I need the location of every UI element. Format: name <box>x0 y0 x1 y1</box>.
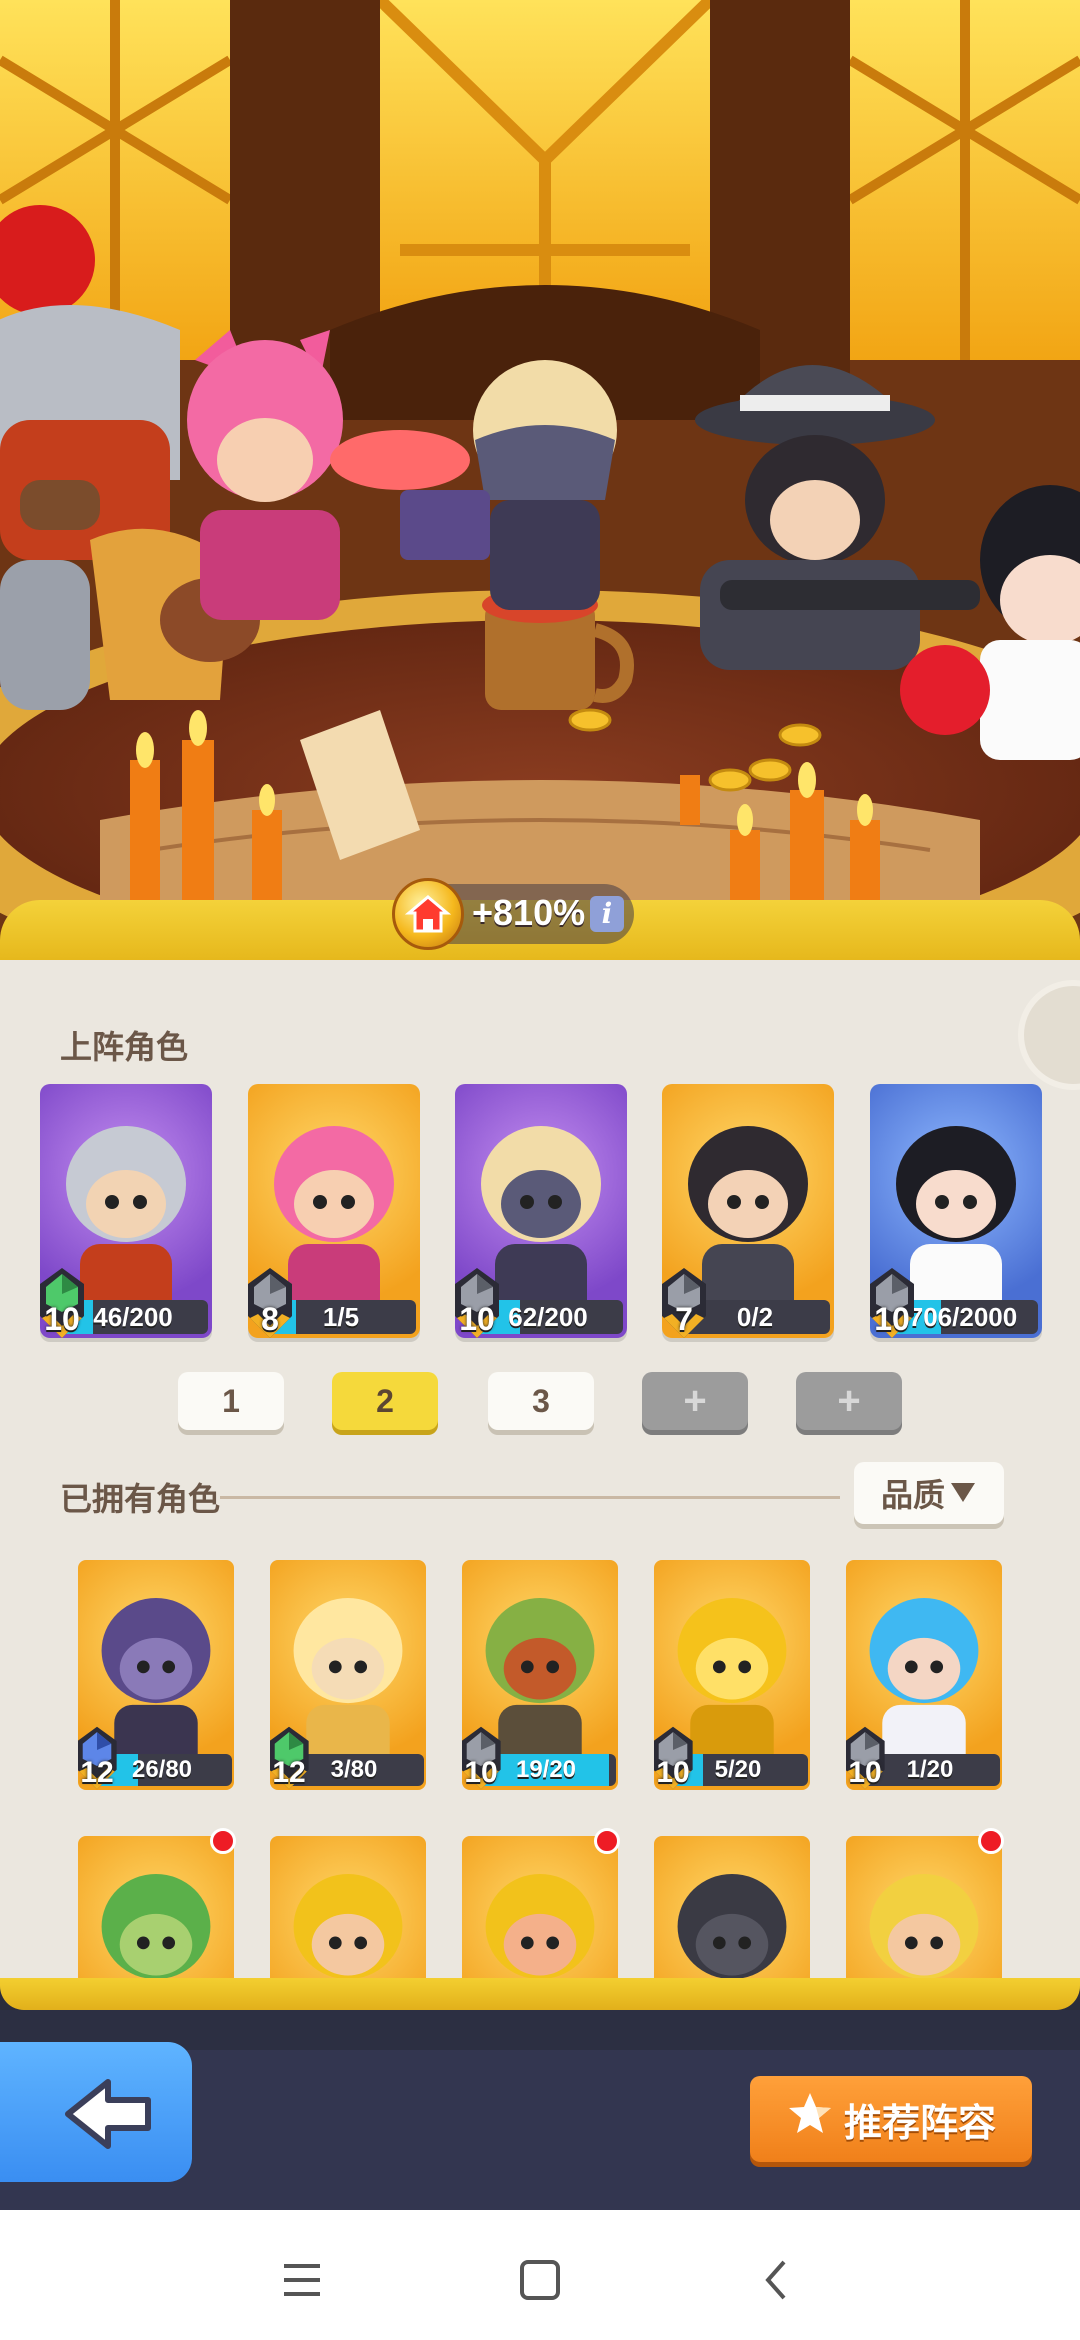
hero-portrait <box>869 1874 979 1978</box>
owned-hero-grid: 26/80 12 3/80 12 19/20 10 5/20 10 1/20 1… <box>0 1540 1080 1978</box>
add-team-button[interactable]: + <box>642 1372 748 1430</box>
new-notification-dot <box>210 1828 236 1854</box>
team-tab-3[interactable]: 3 <box>488 1372 594 1430</box>
lineup-hero-card[interactable]: 706/2000 10 <box>870 1084 1042 1338</box>
add-team-button[interactable]: + <box>796 1372 902 1430</box>
info-icon[interactable]: i <box>590 896 624 932</box>
owned-hero-card[interactable]: 3/80 12 <box>270 1560 426 1790</box>
hero-level-badge: 12 <box>78 1722 122 1790</box>
hero-level-badge: 7 <box>662 1264 712 1338</box>
tavern-illustration <box>0 0 1080 960</box>
back-chevron-icon[interactable] <box>748 2250 808 2310</box>
owned-hero-card[interactable] <box>270 1836 426 1978</box>
lineup-hero-card[interactable]: 0/2 7 <box>662 1084 834 1338</box>
owned-hero-card[interactable]: 26/80 12 <box>78 1560 234 1790</box>
bonus-value: +810% <box>472 892 586 933</box>
hero-level: 10 <box>459 1301 495 1337</box>
owned-title: 已拥有角色 <box>60 1481 221 1517</box>
menu-icon[interactable] <box>272 2250 332 2310</box>
star-icon <box>786 2090 834 2148</box>
hero-level: 10 <box>464 1756 498 1789</box>
back-button[interactable] <box>0 2042 192 2182</box>
hero-level-badge: 10 <box>654 1722 698 1790</box>
hero-level: 7 <box>675 1301 693 1337</box>
hero-portrait <box>293 1874 403 1978</box>
lineup-title: 上阵角色 <box>60 1029 189 1065</box>
hero-portrait <box>677 1874 787 1978</box>
hero-level: 10 <box>44 1301 80 1337</box>
owned-hero-card[interactable]: 19/20 10 <box>462 1560 618 1790</box>
team-tab-2[interactable]: 2 <box>332 1372 438 1430</box>
hero-level: 10 <box>848 1756 882 1789</box>
back-arrow-icon <box>65 2079 151 2149</box>
owned-hero-card[interactable]: 5/20 10 <box>654 1560 810 1790</box>
owned-hero-card[interactable] <box>654 1836 810 1978</box>
hero-level: 12 <box>80 1756 114 1789</box>
home-coin-icon <box>392 878 464 950</box>
hero-level-badge: 10 <box>846 1722 890 1790</box>
owned-hero-card[interactable]: 1/20 10 <box>846 1560 1002 1790</box>
team-tab-1[interactable]: 1 <box>178 1372 284 1430</box>
owned-hero-card[interactable] <box>846 1836 1002 1978</box>
hero-portrait <box>101 1874 211 1978</box>
hero-level-badge: 10 <box>462 1722 506 1790</box>
section-divider <box>220 1496 840 1499</box>
new-notification-dot <box>978 1828 1004 1854</box>
recommend-label: 推荐阵容 <box>843 2102 996 2145</box>
hero-level-badge: 10 <box>455 1264 505 1338</box>
hero-level: 12 <box>272 1756 306 1789</box>
sort-quality-button[interactable]: 品质 <box>854 1462 1004 1524</box>
lineup-screen: +810% i 上阵角色 46/200 10 1/5 8 62/200 10 0… <box>0 0 1080 2340</box>
sort-label: 品质 <box>880 1477 945 1513</box>
hero-level: 10 <box>656 1756 690 1789</box>
triangle-down-icon <box>949 1475 977 1512</box>
panel-bottom-bar <box>0 1978 1080 2010</box>
hero-level: 10 <box>874 1301 910 1337</box>
tavern-scene <box>0 0 1080 960</box>
hero-level-badge: 12 <box>270 1722 314 1790</box>
hero-portrait <box>485 1874 595 1978</box>
owned-hero-card[interactable] <box>78 1836 234 1978</box>
system-nav-bar <box>0 2210 1080 2340</box>
new-notification-dot <box>594 1828 620 1854</box>
recommend-lineup-button[interactable]: 推荐阵容 <box>750 2076 1032 2162</box>
lineup-hero-card[interactable]: 46/200 10 <box>40 1084 212 1338</box>
home-square-icon[interactable] <box>510 2250 570 2310</box>
lineup-hero-card[interactable]: 62/200 10 <box>455 1084 627 1338</box>
owned-hero-card[interactable] <box>462 1836 618 1978</box>
hero-level-badge: 10 <box>870 1264 920 1338</box>
hero-level-badge: 10 <box>40 1264 90 1338</box>
hero-level-badge: 8 <box>248 1264 298 1338</box>
bonus-indicator[interactable]: +810% i <box>392 878 634 950</box>
hero-level: 8 <box>261 1301 279 1337</box>
lineup-hero-card[interactable]: 1/5 8 <box>248 1084 420 1338</box>
